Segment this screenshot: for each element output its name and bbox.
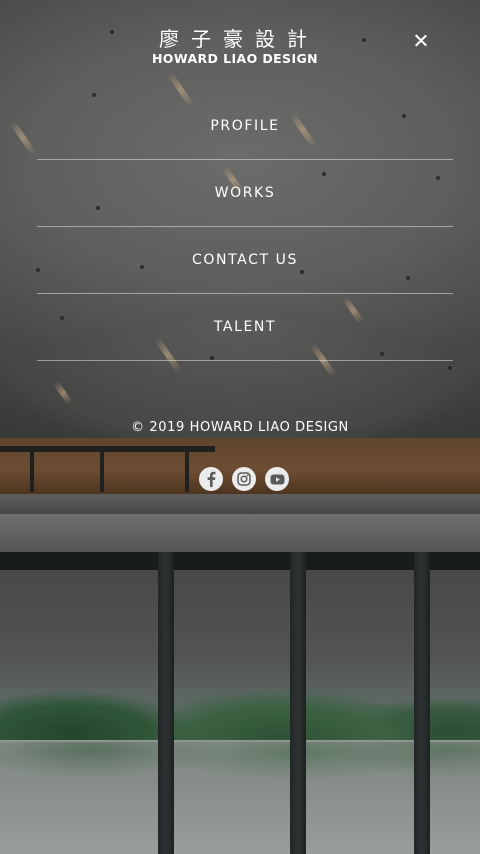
menu-item-contact-us[interactable]: CONTACT US (37, 227, 453, 294)
brand-logo[interactable]: 廖子豪設計 HOWARD LIAO DESIGN (150, 28, 320, 66)
facebook-icon[interactable] (199, 467, 223, 491)
main-menu: PROFILE WORKS CONTACT US TALENT (37, 93, 453, 361)
menu-item-profile[interactable]: PROFILE (37, 93, 453, 160)
brand-name-chinese: 廖子豪設計 (159, 27, 319, 51)
social-links (199, 467, 289, 491)
menu-item-label: PROFILE (210, 118, 280, 134)
copyright-text: © 2019 HOWARD LIAO DESIGN (131, 420, 349, 435)
menu-item-label: CONTACT US (192, 252, 298, 268)
menu-item-label: WORKS (214, 185, 276, 201)
brand-name-english: HOWARD LIAO DESIGN (151, 51, 319, 66)
menu-item-label: TALENT (213, 319, 277, 335)
header: 廖子豪設計 HOWARD LIAO DESIGN (0, 0, 480, 80)
menu-item-talent[interactable]: TALENT (37, 294, 453, 361)
instagram-icon[interactable] (232, 467, 256, 491)
youtube-icon[interactable] (265, 467, 289, 491)
close-icon[interactable] (410, 30, 432, 52)
menu-item-works[interactable]: WORKS (37, 160, 453, 227)
